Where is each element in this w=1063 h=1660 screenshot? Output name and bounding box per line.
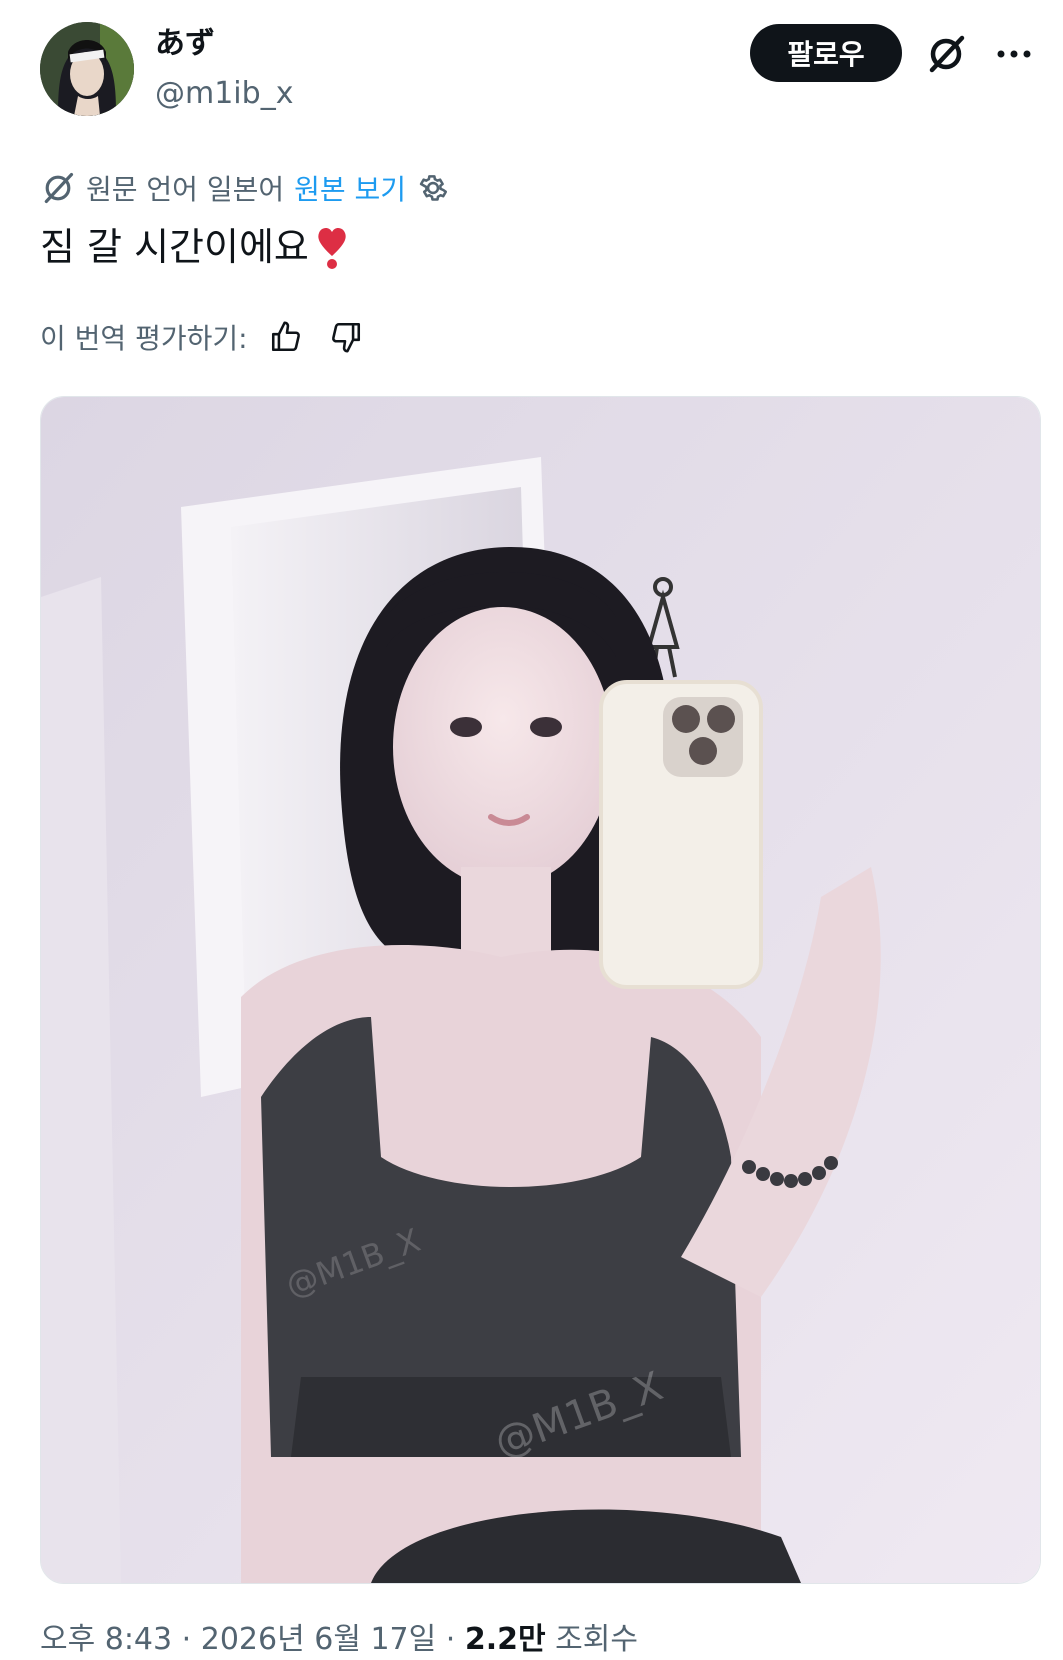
tweet-text: 짐 갈 시간이에요	[40, 222, 349, 272]
photo-illustration: @M1B_X @M1B_X	[41, 397, 1040, 1583]
views-label: 조회수	[555, 1622, 638, 1657]
source-language-text: 원문 언어 일본어	[86, 173, 285, 206]
grok-button[interactable]	[922, 30, 970, 78]
views-count: 2.2만	[464, 1622, 546, 1657]
grok-icon	[929, 35, 965, 73]
tweet-date[interactable]: 2026년 6월 17일	[201, 1622, 436, 1657]
gear-icon[interactable]	[416, 171, 450, 205]
meta-separator: ·	[181, 1622, 192, 1657]
heart-exclamation-icon	[318, 227, 346, 269]
follow-button[interactable]: 팔로우	[750, 24, 902, 82]
thumbs-up-button[interactable]	[264, 315, 308, 359]
tweet-body: 짐 갈 시간이에요	[40, 225, 309, 269]
user-handle[interactable]: @m1ib_x	[155, 76, 293, 112]
view-original-link[interactable]: 원본 보기	[294, 168, 406, 208]
meta-separator-2: ·	[445, 1622, 456, 1657]
more-icon	[997, 50, 1031, 58]
more-button[interactable]	[990, 30, 1038, 78]
tweet-photo[interactable]: @M1B_X @M1B_X	[40, 396, 1041, 1584]
translate-icon	[44, 172, 74, 204]
translation-bar: 원문 언어 일본어 원본 보기	[40, 168, 450, 208]
avatar-image	[40, 22, 134, 116]
rate-label: 이 번역 평가하기:	[40, 322, 248, 355]
tweet-time[interactable]: 오후 8:43	[40, 1622, 172, 1657]
rate-translation: 이 번역 평가하기:	[40, 315, 368, 359]
thumbs-down-button[interactable]	[324, 315, 368, 359]
thumbs-up-icon	[271, 321, 300, 352]
thumbs-down-icon	[331, 322, 360, 353]
display-name[interactable]: あず	[155, 26, 215, 62]
avatar[interactable]	[40, 22, 134, 116]
tweet-meta: 오후 8:43 · 2026년 6월 17일 · 2.2만 조회수	[40, 1620, 638, 1660]
